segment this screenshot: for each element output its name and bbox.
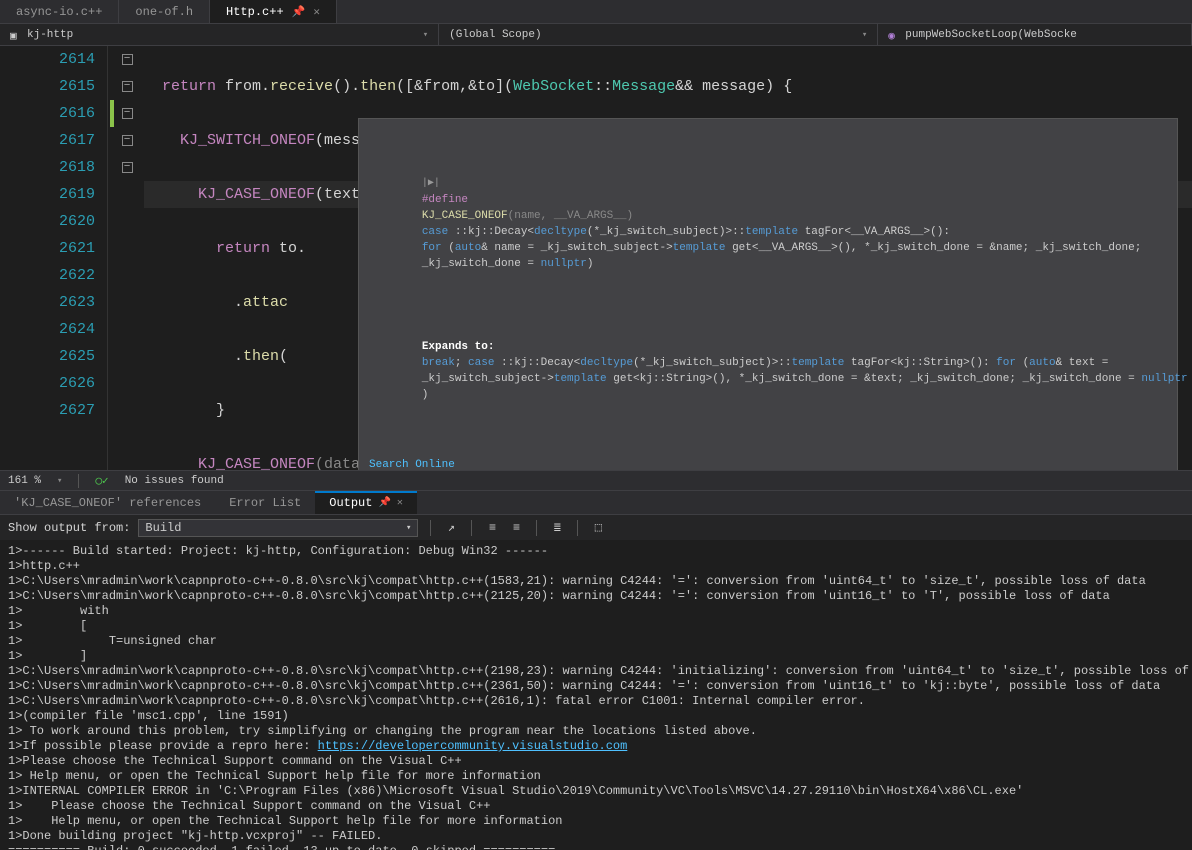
expand-icon[interactable]: |▶| [422,178,440,189]
output-line: 1>Done building project "kj-http.vcxproj… [8,829,1184,844]
scope-project[interactable]: ▣ kj-http ▾ [0,24,439,45]
output-line: 1> Help menu, or open the Technical Supp… [8,769,1184,784]
wrap-icon[interactable]: ≣ [549,520,565,536]
tab-one-of[interactable]: one-of.h [119,0,210,23]
search-online-link[interactable]: Search Online [369,457,1167,470]
chevron-down-icon: ▾ [406,523,411,533]
line-number-gutter: 2614 2615 2616 2617 2618 2619 2620 2621 … [0,46,108,470]
check-icon: ◯✓ [95,474,108,488]
scope-function[interactable]: ◉ pumpWebSocketLoop(WebSocke [878,24,1192,45]
tab-http[interactable]: Http.c++📌✕ [210,0,337,23]
fold-toggle[interactable]: − [122,108,133,119]
indent-left-icon[interactable]: ≡ [484,520,500,536]
close-icon[interactable]: ✕ [397,497,403,509]
tab-error-list[interactable]: Error List [215,491,315,514]
output-line: 1> [ [8,619,1184,634]
change-marker-gutter [108,46,118,470]
output-line: 1>C:\Users\mradmin\work\capnproto-c++-0.… [8,694,1184,709]
chevron-down-icon: ▾ [862,30,867,40]
output-line: 1>(compiler file 'msc1.cpp', line 1591) [8,709,1184,724]
output-source-label: Show output from: [8,521,130,535]
fold-gutter: − − − − − [118,46,136,470]
output-line: 1> Please choose the Technical Support c… [8,799,1184,814]
output-line: 1>INTERNAL COMPILER ERROR in 'C:\Program… [8,784,1184,799]
file-tab-bar: async-io.c++ one-of.h Http.c++📌✕ [0,0,1192,24]
output-line: 1> To work around this problem, try simp… [8,724,1184,739]
output-line: 1>Please choose the Technical Support co… [8,754,1184,769]
code-content[interactable]: return from.receive().then([&from,&to](W… [136,46,1192,470]
editor-status-bar: 161 % ▾ ◯✓ No issues found [0,470,1192,490]
scope-global[interactable]: (Global Scope) ▾ [439,24,878,45]
fold-toggle[interactable]: − [122,81,133,92]
output-line: 1>------ Build started: Project: kj-http… [8,544,1184,559]
output-line: 1>C:\Users\mradmin\work\capnproto-c++-0.… [8,574,1184,589]
tab-output[interactable]: Output 📌 ✕ [315,491,417,514]
chevron-down-icon: ▾ [423,30,428,40]
pin-icon[interactable]: 📌 [292,5,306,19]
pin-icon[interactable]: 📌 [378,497,390,509]
zoom-level[interactable]: 161 % [8,475,41,487]
output-line: 1> Help menu, or open the Technical Supp… [8,814,1184,829]
editor-area[interactable]: 2614 2615 2616 2617 2618 2619 2620 2621 … [0,46,1192,470]
chevron-down-icon[interactable]: ▾ [57,476,62,486]
code-line: return from.receive().then([&from,&to](W… [144,73,1192,100]
close-icon[interactable]: ✕ [313,5,320,19]
scope-bar: ▣ kj-http ▾ (Global Scope) ▾ ◉ pumpWebSo… [0,24,1192,46]
fold-toggle[interactable]: − [122,135,133,146]
tab-references[interactable]: 'KJ_CASE_ONEOF' references [0,491,215,514]
output-line: 1>If possible please provide a repro her… [8,739,1184,754]
output-line: 1> T=unsigned char [8,634,1184,649]
output-source-dropdown[interactable]: Build ▾ [138,519,418,537]
settings-icon[interactable]: ⬚ [590,520,606,536]
issues-status[interactable]: No issues found [125,475,224,487]
output-line: 1> ] [8,649,1184,664]
project-icon: ▣ [10,29,22,41]
repro-link[interactable]: https://developercommunity.visualstudio.… [318,739,628,753]
output-toolbar: Show output from: Build ▾ ↗ ≡ ≡ ≣ ⬚ [0,514,1192,540]
tab-async-io[interactable]: async-io.c++ [0,0,119,23]
output-line: 1>C:\Users\mradmin\work\capnproto-c++-0.… [8,589,1184,604]
output-line: 1>C:\Users\mradmin\work\capnproto-c++-0.… [8,664,1184,679]
fold-toggle[interactable]: − [122,162,133,173]
output-line: ========== Build: 0 succeeded, 1 failed,… [8,844,1184,850]
intellisense-tooltip: |▶| #define KJ_CASE_ONEOF(name, __VA_ARG… [358,118,1178,470]
output-line: 1>C:\Users\mradmin\work\capnproto-c++-0.… [8,679,1184,694]
change-marker [110,100,114,127]
function-icon: ◉ [888,29,900,41]
clear-icon[interactable]: ↗ [443,520,459,536]
output-line: 1> with [8,604,1184,619]
fold-toggle[interactable]: − [122,54,133,65]
output-panel[interactable]: 1>------ Build started: Project: kj-http… [0,540,1192,850]
indent-right-icon[interactable]: ≡ [508,520,524,536]
output-line: 1>http.c++ [8,559,1184,574]
bottom-tab-bar: 'KJ_CASE_ONEOF' references Error List Ou… [0,490,1192,514]
